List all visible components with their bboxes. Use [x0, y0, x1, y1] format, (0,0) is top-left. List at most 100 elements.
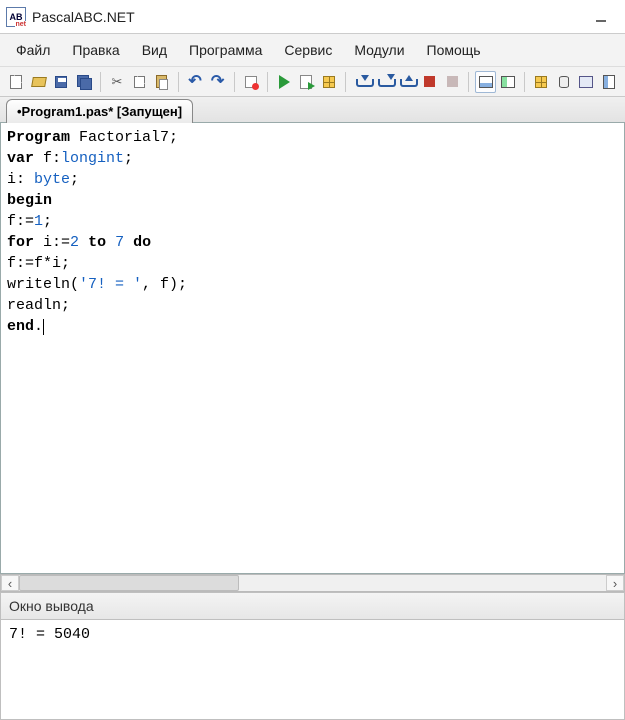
- properties-button[interactable]: [241, 71, 261, 93]
- undo-button[interactable]: ↶: [185, 71, 205, 93]
- scroll-right-button[interactable]: ›: [606, 575, 624, 591]
- output-panel-toggle[interactable]: [475, 71, 495, 93]
- code-text: f:=: [7, 213, 34, 230]
- database-icon: [559, 76, 569, 88]
- scroll-track[interactable]: [19, 575, 606, 591]
- toolbar-separator: [234, 72, 235, 92]
- editor-hscrollbar[interactable]: ‹ ›: [0, 574, 625, 592]
- undo-icon: ↶: [188, 74, 201, 90]
- save-all-button[interactable]: [73, 71, 93, 93]
- code-text: i:=: [34, 234, 70, 251]
- terminate-button[interactable]: [442, 71, 462, 93]
- menu-service[interactable]: Сервис: [274, 38, 342, 62]
- open-file-button[interactable]: [28, 71, 48, 93]
- code-keyword: begin: [7, 192, 52, 209]
- save-all-icon: [77, 75, 91, 89]
- code-text: ;: [70, 171, 79, 188]
- code-keyword: var: [7, 150, 34, 167]
- menu-view[interactable]: Вид: [132, 38, 177, 62]
- terminate-icon: [447, 76, 458, 87]
- run-file-icon: [300, 75, 314, 89]
- menu-program[interactable]: Программа: [179, 38, 272, 62]
- run-file-button[interactable]: [297, 71, 317, 93]
- toolbar-separator: [345, 72, 346, 92]
- titlebar: AB PascalABC.NET: [0, 0, 625, 34]
- code-text: i:: [7, 171, 34, 188]
- toolbar-separator: [178, 72, 179, 92]
- code-number: 2: [70, 234, 79, 251]
- code-text: , f);: [142, 276, 187, 293]
- code-string: '7! = ': [79, 276, 142, 293]
- toolbar-separator: [267, 72, 268, 92]
- code-keyword: end: [7, 318, 34, 335]
- cut-button[interactable]: ✂: [107, 71, 127, 93]
- code-keyword: for: [7, 234, 34, 251]
- window-title: PascalABC.NET: [32, 9, 587, 25]
- new-file-icon: [10, 75, 22, 89]
- database-button[interactable]: [554, 71, 574, 93]
- code-type: byte: [34, 171, 70, 188]
- toolbar-separator: [468, 72, 469, 92]
- open-folder-icon: [31, 77, 47, 87]
- code-number: 7: [115, 234, 124, 251]
- code-text: ;: [43, 213, 52, 230]
- toolbox-icon: [535, 76, 547, 88]
- toolbar-separator: [100, 72, 101, 92]
- stop-button[interactable]: [420, 71, 440, 93]
- tab-program1[interactable]: •Program1.pas* [Запущен]: [6, 99, 193, 123]
- code-editor[interactable]: Program Factorial7; var f:longint; i: by…: [0, 123, 625, 574]
- app-icon: AB: [6, 7, 26, 27]
- menu-edit[interactable]: Правка: [62, 38, 129, 62]
- toolbar-separator: [524, 72, 525, 92]
- code-keyword: Program: [7, 129, 70, 146]
- redo-icon: ↷: [211, 74, 224, 90]
- copy-icon: [134, 76, 145, 88]
- step-into-button[interactable]: [352, 71, 372, 93]
- new-file-button[interactable]: [6, 71, 26, 93]
- editor-tabs: •Program1.pas* [Запущен]: [0, 97, 625, 123]
- save-button[interactable]: [51, 71, 71, 93]
- save-icon: [55, 76, 67, 88]
- code-text: [124, 234, 133, 251]
- toolbox-button[interactable]: [531, 71, 551, 93]
- code-text: [79, 234, 88, 251]
- scroll-thumb[interactable]: [19, 575, 239, 591]
- stop-icon: [424, 76, 435, 87]
- menu-modules[interactable]: Модули: [344, 38, 414, 62]
- compile-button[interactable]: [319, 71, 339, 93]
- text-caret: [43, 319, 44, 335]
- code-text: f:=f*i;: [7, 255, 70, 272]
- paste-button[interactable]: [152, 71, 172, 93]
- side-panel-toggle[interactable]: [498, 71, 518, 93]
- output-panel[interactable]: 7! = 5040: [0, 620, 625, 720]
- code-keyword: to: [88, 234, 106, 251]
- window-controls: [587, 6, 615, 28]
- scroll-left-button[interactable]: ‹: [1, 575, 19, 591]
- properties-icon: [245, 76, 257, 88]
- code-type: longint: [61, 150, 124, 167]
- code-text: ;: [124, 150, 133, 167]
- copy-button[interactable]: [129, 71, 149, 93]
- paste-icon: [156, 75, 167, 88]
- step-over-icon: [378, 75, 392, 89]
- step-out-button[interactable]: [397, 71, 417, 93]
- step-out-icon: [400, 75, 414, 89]
- code-text: writeln(: [7, 276, 79, 293]
- side-panel-icon: [501, 76, 515, 88]
- form-icon: [579, 76, 593, 88]
- code-keyword: do: [133, 234, 151, 251]
- code-text: f:: [34, 150, 61, 167]
- minimize-button[interactable]: [587, 6, 615, 28]
- run-button[interactable]: [274, 71, 294, 93]
- code-text: [106, 234, 115, 251]
- window-layout-button[interactable]: [599, 71, 619, 93]
- menu-help[interactable]: Помощь: [417, 38, 491, 62]
- play-icon: [279, 75, 290, 89]
- redo-button[interactable]: ↷: [207, 71, 227, 93]
- form-designer-button[interactable]: [576, 71, 596, 93]
- code-number: 1: [34, 213, 43, 230]
- step-over-button[interactable]: [375, 71, 395, 93]
- layout-icon: [603, 75, 615, 89]
- code-text: .: [34, 318, 43, 335]
- menu-file[interactable]: Файл: [6, 38, 60, 62]
